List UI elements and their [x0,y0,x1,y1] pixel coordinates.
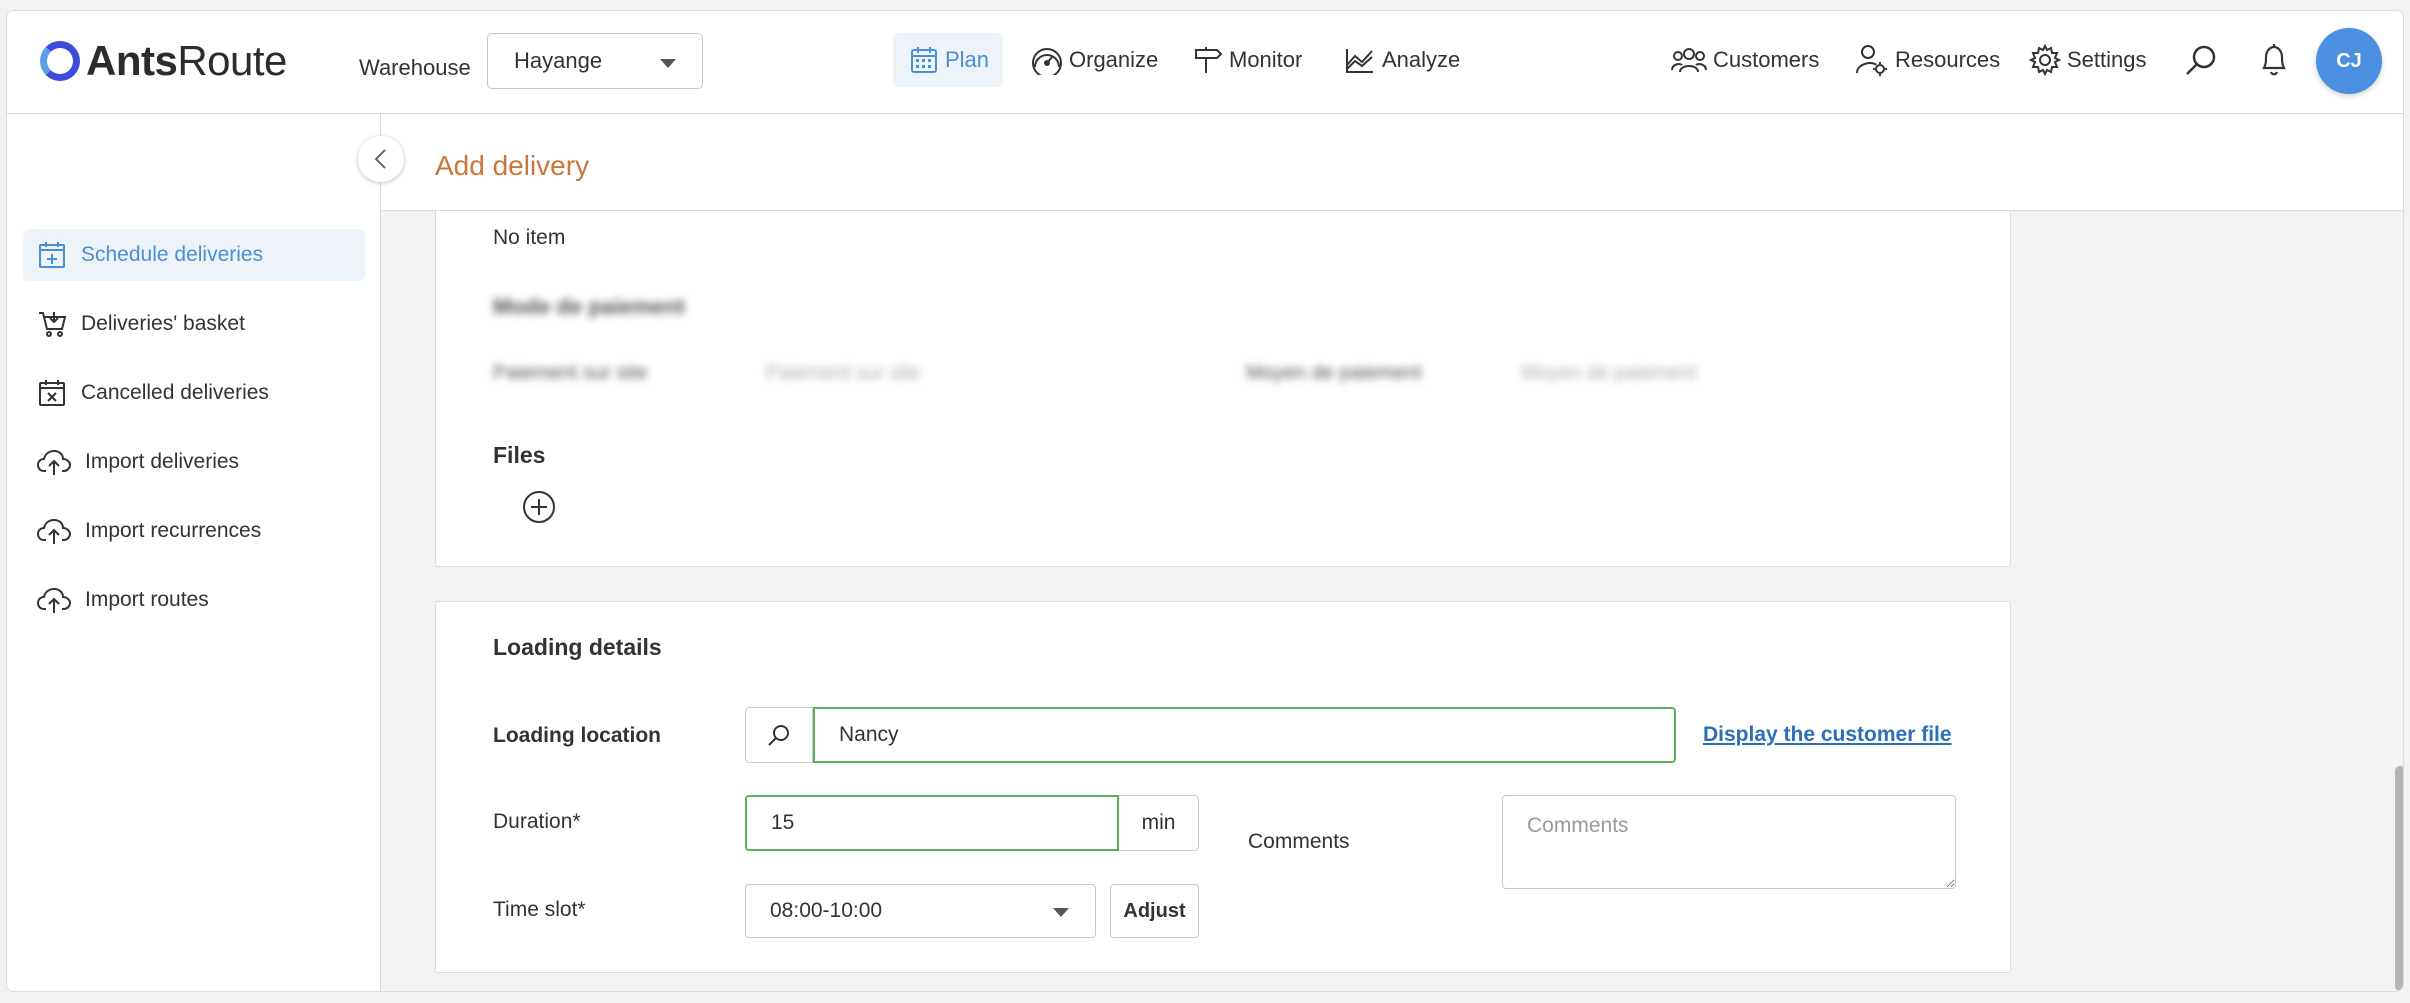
sidebar-item-deliveries-basket[interactable]: Deliveries' basket [23,298,365,350]
duration-input[interactable] [745,795,1119,851]
add-file-button[interactable] [522,490,556,529]
nav-settings[interactable]: Settings [2029,33,2147,87]
nav-analyze[interactable]: Analyze [1344,33,1460,87]
payment-method-field-blurred[interactable]: Moyen de paiement [1521,362,1697,385]
nav-plan[interactable]: Plan [893,33,1003,87]
time-slot-select[interactable]: 08:00-10:00 [745,884,1096,938]
antsroute-logo[interactable]: AntsRoute [40,37,287,85]
search-icon[interactable] [2184,43,2218,82]
time-slot-value: 08:00-10:00 [770,899,883,922]
files-title: Files [493,442,546,468]
sidebar: Schedule deliveries Deliveries' basket C… [7,114,381,991]
users-group-icon [1671,48,1707,73]
display-customer-file-link[interactable]: Display the customer file [1703,723,1952,747]
nav-customers[interactable]: Customers [1671,33,1819,87]
nav-monitor[interactable]: Monitor [1193,33,1302,87]
logo-text: AntsRoute [86,37,287,84]
cloud-upload-icon [37,518,71,544]
content-scrollbar[interactable] [2393,211,2403,991]
bell-icon[interactable] [2258,43,2290,82]
chevron-down-icon [1053,908,1069,917]
calendar-icon [911,47,937,73]
scrollbar-thumb[interactable] [2395,766,2403,991]
cloud-upload-icon [37,449,71,475]
warehouse-select[interactable]: Hayange [487,33,703,89]
payment-on-site-field-blurred[interactable]: Paiement sur site [766,362,921,385]
main-content: No item Mode de paiement Paiement sur si… [381,211,2403,991]
calendar-plus-icon [39,242,65,268]
app-window: AntsRoute Warehouse Hayange Plan Organiz… [6,10,2404,992]
user-avatar[interactable]: CJ [2316,28,2382,94]
plus-circle-icon [523,491,555,523]
items-files-card: No item Mode de paiement Paiement sur si… [435,211,2011,567]
loading-location-input[interactable] [813,707,1676,763]
location-search-button[interactable] [745,707,813,763]
chevron-down-icon [660,59,676,68]
basket-icon [39,312,67,337]
comments-label: Comments [1248,830,1350,853]
user-gear-icon [1856,45,1887,76]
cloud-upload-icon [37,587,71,613]
chart-line-icon [1346,49,1373,73]
loading-details-title: Loading details [493,634,662,660]
payment-section-title-blurred: Mode de paiement [493,294,685,319]
no-item-text: No item [493,226,566,249]
loading-details-card: Loading details Loading location Display… [435,601,2011,973]
duration-label: Duration* [493,810,581,833]
payment-method-label-blurred: Moyen de paiement [1246,362,1422,384]
logo-mark-icon [40,41,80,81]
page-title: Add delivery [435,150,590,181]
sidebar-item-import-routes[interactable]: Import routes [23,574,365,626]
payment-on-site-label-blurred: Paiement sur site [493,362,648,384]
adjust-button[interactable]: Adjust [1110,884,1199,938]
search-icon [768,725,789,746]
sidebar-collapse-button[interactable] [358,136,404,182]
comments-textarea[interactable] [1502,795,1956,889]
loading-location-label: Loading location [493,724,661,747]
nav-organize[interactable]: Organize [1031,33,1158,87]
sidebar-item-schedule-deliveries[interactable]: Schedule deliveries [23,229,365,281]
speedometer-icon [1032,48,1062,75]
duration-unit: min [1119,795,1199,851]
sidebar-item-cancelled-deliveries[interactable]: Cancelled deliveries [23,367,365,419]
gear-icon [2029,44,2061,76]
time-slot-label: Time slot* [493,898,586,921]
top-bar: AntsRoute Warehouse Hayange Plan Organiz… [7,11,2403,114]
page-header: Add delivery [381,114,2403,211]
signpost-icon [1195,47,1223,73]
warehouse-value: Hayange [514,48,603,73]
sidebar-item-import-deliveries[interactable]: Import deliveries [23,436,365,488]
nav-resources[interactable]: Resources [1855,33,2000,87]
sidebar-item-import-recurrences[interactable]: Import recurrences [23,505,365,557]
calendar-x-icon [39,380,65,406]
warehouse-label: Warehouse [359,55,471,80]
chevron-left-icon [374,149,386,169]
